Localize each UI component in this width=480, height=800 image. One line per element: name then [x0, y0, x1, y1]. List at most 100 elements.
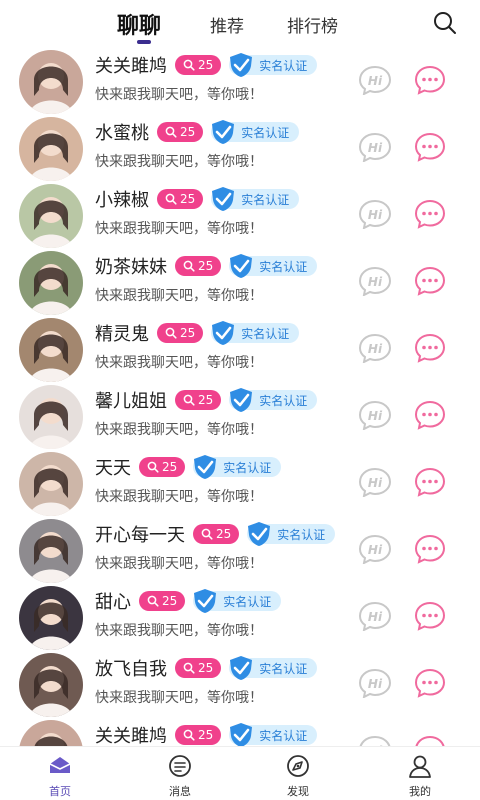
- tab-ranking[interactable]: 排行榜: [287, 12, 338, 37]
- chat-list-item[interactable]: 关关雎鸠25实名认证快来跟我聊天吧，等你哦！Hi: [0, 720, 480, 746]
- hi-icon: Hi: [368, 141, 383, 155]
- say-hi-button[interactable]: Hi: [358, 132, 392, 162]
- chat-bubble-icon[interactable]: [414, 266, 446, 296]
- avatar[interactable]: [19, 117, 83, 181]
- score-badge: 25: [193, 524, 240, 544]
- name-line: 奶茶妹妹 25 实名认证: [95, 253, 318, 279]
- score-value: 25: [198, 393, 214, 407]
- user-name[interactable]: 甜心: [95, 588, 131, 614]
- user-name[interactable]: 奶茶妹妹: [95, 253, 167, 279]
- say-hi-button[interactable]: Hi: [358, 467, 392, 497]
- preview-message: 快来跟我聊天吧，等你哦！: [95, 422, 263, 438]
- verified-label: 实名认证: [241, 326, 290, 341]
- tab-recommend[interactable]: 推荐: [210, 12, 244, 37]
- avatar[interactable]: [19, 519, 83, 583]
- verified-label: 实名认证: [259, 393, 308, 408]
- preview-message: 快来跟我聊天吧，等你哦！: [95, 623, 263, 639]
- say-hi-button[interactable]: Hi: [358, 199, 392, 229]
- hi-icon: Hi: [368, 677, 383, 691]
- say-hi-button[interactable]: Hi: [358, 65, 392, 95]
- verified-check-icon: [212, 120, 235, 144]
- search-icon: [201, 528, 213, 540]
- user-name[interactable]: 馨儿姐姐: [95, 387, 167, 413]
- nav-profile[interactable]: 我的: [390, 753, 450, 799]
- chat-bubble-icon[interactable]: [414, 333, 446, 363]
- say-hi-button[interactable]: Hi: [358, 266, 392, 296]
- preview-message: 快来跟我聊天吧，等你哦！: [95, 87, 263, 103]
- verified-check-icon: [230, 656, 253, 680]
- chat-bubble-icon[interactable]: [414, 668, 446, 698]
- verified-badge: 实名认证: [211, 321, 300, 345]
- score-badge: 25: [175, 256, 222, 276]
- user-name[interactable]: 水蜜桃: [95, 119, 149, 145]
- chat-bubble-icon[interactable]: [414, 400, 446, 430]
- verified-badge: 实名认证: [229, 656, 318, 680]
- chat-list[interactable]: 关关雎鸠 25 实名认证 快来跟我聊天吧，等你哦！ Hi 水蜜桃 25 实名认证 快来跟我聊天吧…: [0, 50, 480, 746]
- score-badge: 25: [157, 323, 204, 343]
- avatar-image: [19, 318, 83, 382]
- say-hi-button[interactable]: Hi: [358, 534, 392, 564]
- say-hi-button[interactable]: Hi: [358, 400, 392, 430]
- verified-check-icon: [230, 388, 253, 412]
- score-badge: 25: [175, 390, 222, 410]
- say-hi-button[interactable]: Hi: [358, 735, 392, 746]
- avatar-image: [19, 586, 83, 650]
- chat-bubble-icon[interactable]: [414, 601, 446, 631]
- verified-label: 实名认证: [259, 58, 308, 73]
- avatar[interactable]: [19, 318, 83, 382]
- chat-bubble-icon[interactable]: [414, 65, 446, 95]
- avatar[interactable]: [19, 720, 83, 746]
- say-hi-button[interactable]: Hi: [358, 668, 392, 698]
- search-icon: [147, 595, 159, 607]
- chat-bubble-icon[interactable]: [414, 534, 446, 564]
- user-name[interactable]: 天天: [95, 454, 131, 480]
- search-icon[interactable]: [432, 10, 458, 36]
- say-hi-button[interactable]: Hi: [358, 333, 392, 363]
- name-line: 水蜜桃 25 实名认证: [95, 119, 300, 145]
- avatar[interactable]: [19, 452, 83, 516]
- avatar-image: [19, 519, 83, 583]
- avatar[interactable]: [19, 184, 83, 248]
- score-value: 25: [198, 58, 214, 72]
- search-icon: [183, 59, 195, 71]
- score-badge: 25: [175, 658, 222, 678]
- avatar[interactable]: [19, 586, 83, 650]
- user-name[interactable]: 关关雎鸠: [95, 722, 167, 746]
- user-name[interactable]: 小辣椒: [95, 186, 149, 212]
- verified-label: 实名认证: [223, 594, 272, 609]
- score-badge: 25: [175, 725, 222, 745]
- chat-bubble-icon[interactable]: [414, 199, 446, 229]
- avatar[interactable]: [19, 251, 83, 315]
- avatar[interactable]: [19, 653, 83, 717]
- nav-home[interactable]: 首页: [30, 753, 90, 799]
- say-hi-button[interactable]: Hi: [358, 601, 392, 631]
- user-name[interactable]: 开心每一天: [95, 521, 185, 547]
- verified-check-icon: [230, 53, 253, 77]
- chat-bubble-icon[interactable]: [414, 735, 446, 746]
- tab-chat[interactable]: 聊聊: [117, 8, 161, 40]
- verified-badge: 实名认证: [211, 120, 300, 144]
- nav-messages[interactable]: 消息: [150, 753, 210, 799]
- avatar[interactable]: [19, 50, 83, 114]
- verified-check-icon: [212, 321, 235, 345]
- user-name[interactable]: 关关雎鸠: [95, 52, 167, 78]
- score-badge: 25: [157, 189, 204, 209]
- search-icon: [147, 461, 159, 473]
- nav-discover[interactable]: 发现: [268, 753, 328, 799]
- chat-bubble-icon[interactable]: [414, 132, 446, 162]
- score-value: 25: [198, 728, 214, 742]
- preview-message: 快来跟我聊天吧，等你哦！: [95, 556, 263, 572]
- verified-label: 实名认证: [259, 661, 308, 676]
- name-line: 关关雎鸠 25 实名认证: [95, 52, 318, 78]
- chat-bubble-icon[interactable]: [414, 467, 446, 497]
- user-name[interactable]: 放飞自我: [95, 655, 167, 681]
- avatar[interactable]: [19, 385, 83, 449]
- verified-badge: 实名认证: [229, 723, 318, 746]
- profile-icon: [409, 755, 431, 778]
- name-line: 关关雎鸠 25 实名认证: [95, 722, 318, 746]
- search-icon: [183, 260, 195, 272]
- user-name[interactable]: 精灵鬼: [95, 320, 149, 346]
- hi-icon: Hi: [368, 543, 383, 557]
- avatar-image: [19, 50, 83, 114]
- home-icon: [49, 757, 71, 773]
